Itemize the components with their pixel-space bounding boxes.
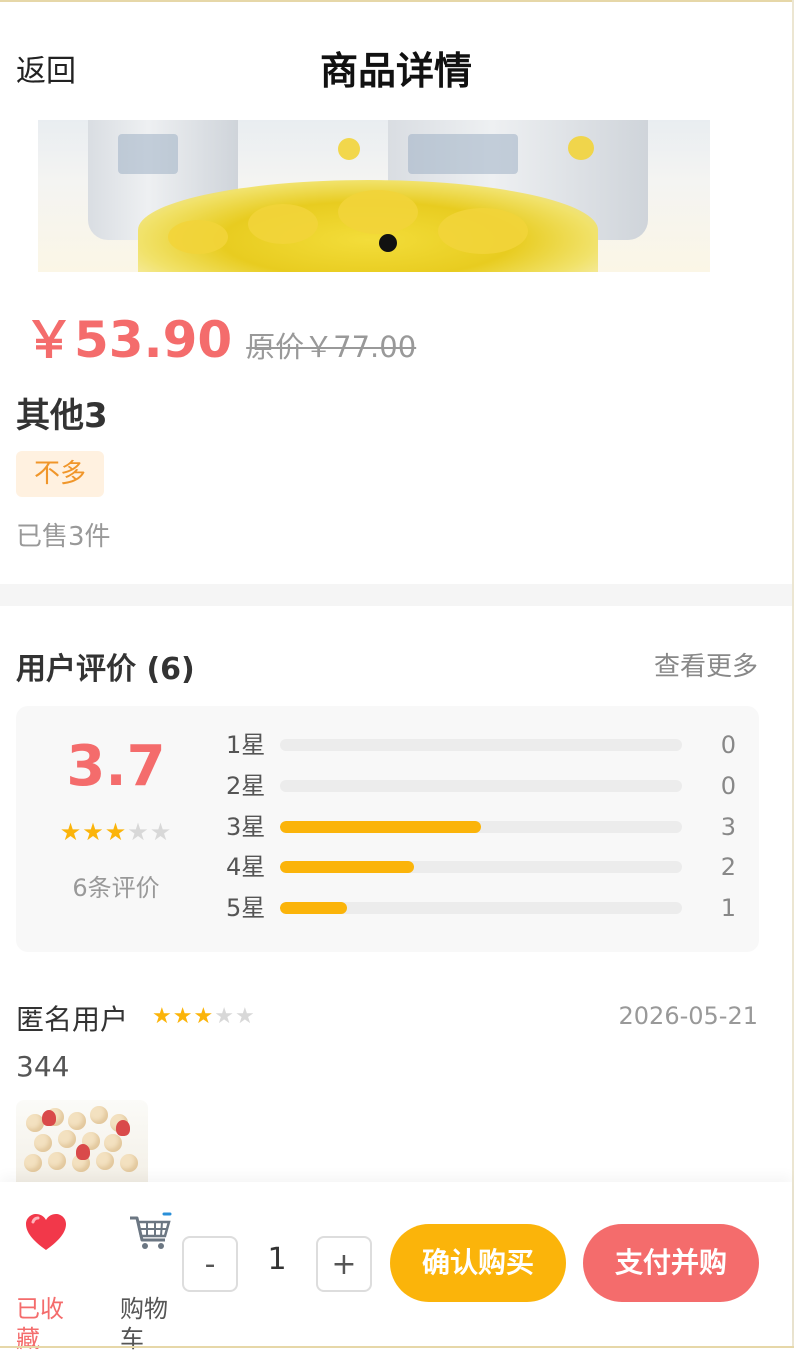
rating-row-4: 4星 2: [226, 850, 746, 884]
header-bar: 返回 商品详情: [0, 2, 792, 120]
review-stars: ★★★★★: [152, 1004, 256, 1029]
photo-snack: [96, 1152, 114, 1170]
quantity-value: 1: [267, 1242, 287, 1277]
product-image-carousel[interactable]: [38, 120, 710, 272]
star-empty-icon: ★: [149, 818, 173, 846]
rating-row-label: 3星: [226, 813, 266, 841]
quantity-decrease-button[interactable]: -: [182, 1236, 238, 1292]
rating-row-count: 1: [720, 894, 736, 922]
photo-snack: [34, 1134, 52, 1152]
star-empty-icon: ★: [127, 818, 150, 846]
rating-row-count: 2: [720, 853, 736, 881]
rating-row-label: 4星: [226, 853, 266, 881]
rating-row-5: 5星 1: [226, 891, 746, 925]
snack-piece: [438, 208, 528, 254]
rating-bar-track: [280, 821, 682, 833]
carousel-indicator-dot[interactable]: [379, 234, 397, 252]
favorite-label: 已收藏: [16, 1295, 64, 1353]
rating-row-1: 1星 0: [226, 728, 746, 762]
rating-row-label: 5星: [226, 894, 266, 922]
photo-strawberry: [116, 1120, 130, 1136]
average-stars: ★★★★★: [16, 818, 216, 846]
photo-snack: [68, 1112, 86, 1130]
review-photo[interactable]: [16, 1100, 148, 1184]
rating-row-3: 3星 3: [226, 810, 746, 844]
rating-bar-fill: [280, 861, 414, 873]
star-filled-icon: ★: [193, 1004, 215, 1029]
photo-snack: [120, 1154, 138, 1172]
heart-icon: [26, 1214, 66, 1250]
rating-row-label: 2星: [226, 772, 266, 800]
photo-snack: [104, 1134, 122, 1152]
review-text: 344: [16, 1050, 70, 1083]
snack-piece: [338, 138, 360, 160]
bottom-action-bar: 已收藏 购物车 - 1 + 确认购买 支付并购: [0, 1182, 792, 1353]
snack-piece: [338, 190, 418, 234]
section-divider: [0, 584, 792, 606]
star-empty-icon: ★: [214, 1004, 235, 1029]
rating-row-count: 3: [720, 813, 736, 841]
reviews-title: 用户评价 (6): [16, 652, 195, 687]
star-empty-icon: ★: [234, 1004, 256, 1029]
product-name: 其他3: [16, 396, 108, 436]
photo-snack: [48, 1152, 66, 1170]
snack-piece: [568, 136, 594, 160]
rating-row-count: 0: [720, 731, 736, 759]
sold-count: 已售3件: [16, 522, 111, 552]
rating-summary: 3.7 ★★★★★ 6条评价 1星 0 2星 0 3星 3 4星 2 5星 1: [16, 706, 759, 952]
favorite-button[interactable]: 已收藏: [16, 1212, 76, 1353]
star-filled-icon: ★: [152, 1004, 173, 1029]
snack-piece: [248, 204, 318, 244]
view-more-reviews-link[interactable]: 查看更多: [654, 646, 758, 683]
photo-snack: [58, 1130, 76, 1148]
review-count: 6条评价: [72, 874, 160, 902]
rating-row-count: 0: [720, 772, 736, 800]
rating-row-label: 1星: [226, 731, 266, 759]
pay-and-buy-button[interactable]: 支付并购: [583, 1224, 759, 1302]
snack-piece: [168, 220, 228, 254]
rating-bar-track: [280, 780, 682, 792]
photo-snack: [24, 1154, 42, 1172]
original-price: 原价￥77.00: [246, 330, 417, 364]
page-title: 商品详情: [319, 49, 472, 93]
star-filled-icon: ★: [59, 818, 83, 846]
current-price: ￥53.90: [24, 311, 233, 369]
cart-label: 购物车: [120, 1295, 168, 1353]
confirm-purchase-button[interactable]: 确认购买: [390, 1224, 566, 1302]
review-username: 匿名用户: [16, 1003, 129, 1036]
star-filled-icon: ★: [104, 818, 128, 846]
shopping-cart-icon: [130, 1212, 172, 1249]
photo-snack: [90, 1106, 108, 1124]
average-rating: 3.7: [66, 734, 166, 799]
product-tag: 不多: [16, 451, 104, 497]
cart-button[interactable]: 购物车: [120, 1212, 180, 1353]
price-row: ￥53.90 原价￥77.00: [24, 300, 416, 372]
jar-label-decoration: [118, 134, 178, 174]
photo-strawberry: [42, 1110, 56, 1126]
star-filled-icon: ★: [172, 1004, 194, 1029]
rating-bar-fill: [280, 821, 481, 833]
quantity-increase-button[interactable]: +: [316, 1236, 372, 1292]
jar-label-decoration: [408, 134, 518, 174]
review-date: 2026-05-21: [618, 1002, 758, 1030]
rating-bar-track: [280, 861, 682, 873]
photo-strawberry: [76, 1144, 90, 1160]
star-filled-icon: ★: [82, 818, 105, 846]
rating-bar-track: [280, 739, 682, 751]
rating-bar-track: [280, 902, 682, 914]
rating-row-2: 2星 0: [226, 769, 746, 803]
rating-bar-fill: [280, 902, 348, 914]
